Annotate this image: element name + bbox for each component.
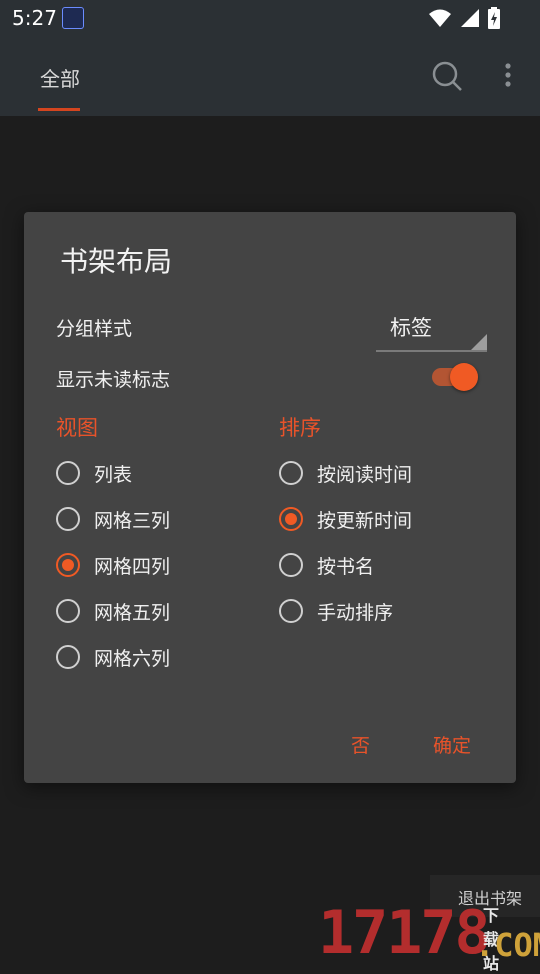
app-bar: 全部 (0, 36, 540, 116)
view-option-label: 网格六列 (94, 647, 171, 670)
group-style-dropdown[interactable]: 标签 (376, 308, 487, 352)
sort-option-label: 手动排序 (317, 601, 394, 624)
watermark-logo: 17178 下载站 .COM (318, 898, 540, 973)
show-unread-switch[interactable] (430, 361, 482, 393)
sort-heading: 排序 (279, 416, 321, 440)
radio-button[interactable] (279, 461, 303, 485)
group-style-value: 标签 (390, 316, 432, 340)
sort-option-label: 按更新时间 (317, 509, 413, 532)
search-icon[interactable] (431, 60, 463, 92)
group-style-label: 分组样式 (56, 318, 133, 340)
radio-button[interactable] (56, 507, 80, 531)
view-option-label: 网格三列 (94, 509, 171, 532)
sort-option-label: 按阅读时间 (317, 463, 413, 486)
watermark-com: .COM (475, 926, 540, 964)
tab-all[interactable]: 全部 (40, 63, 80, 92)
radio-button[interactable] (279, 599, 303, 623)
confirm-button[interactable]: 确定 (433, 731, 471, 758)
view-option-grid3[interactable]: 网格三列 (56, 503, 170, 535)
view-option-grid5[interactable]: 网格五列 (56, 595, 170, 627)
view-option-list[interactable]: 列表 (56, 457, 132, 489)
status-icons (428, 7, 500, 29)
notification-app-icon (62, 7, 84, 29)
wifi-icon (429, 9, 451, 27)
radio-button[interactable] (56, 599, 80, 623)
battery-icon (488, 7, 500, 29)
shelf-layout-dialog: 书架布局 分组样式 标签 显示未读标志 视图 排序 列表 网格三列 网格四列 网… (24, 212, 516, 783)
view-option-grid6[interactable]: 网格六列 (56, 641, 170, 673)
sort-option-title[interactable]: 按书名 (279, 549, 374, 581)
more-vert-icon[interactable] (498, 62, 518, 92)
radio-button[interactable] (279, 553, 303, 577)
signal-icon (461, 9, 479, 27)
view-heading: 视图 (56, 416, 98, 440)
show-unread-label: 显示未读标志 (56, 369, 171, 391)
sort-option-label: 按书名 (317, 555, 375, 578)
status-time: 5:27 (12, 6, 57, 30)
radio-button-checked[interactable] (56, 553, 80, 577)
cancel-button[interactable]: 否 (351, 731, 370, 758)
sort-option-manual[interactable]: 手动排序 (279, 595, 393, 627)
switch-thumb (450, 363, 478, 391)
watermark-number: 17178 (318, 898, 491, 968)
radio-button[interactable] (56, 645, 80, 669)
view-option-label: 网格四列 (94, 555, 171, 578)
dialog-title: 书架布局 (60, 245, 173, 278)
tab-indicator (38, 108, 80, 111)
radio-button[interactable] (56, 461, 80, 485)
sort-option-read-time[interactable]: 按阅读时间 (279, 457, 412, 489)
view-option-label: 网格五列 (94, 601, 171, 624)
view-option-grid4[interactable]: 网格四列 (56, 549, 170, 581)
dropdown-arrow-icon (471, 334, 487, 350)
status-bar: 5:27 (0, 0, 540, 36)
radio-button-checked[interactable] (279, 507, 303, 531)
view-option-label: 列表 (94, 463, 133, 486)
sort-option-update-time[interactable]: 按更新时间 (279, 503, 412, 535)
